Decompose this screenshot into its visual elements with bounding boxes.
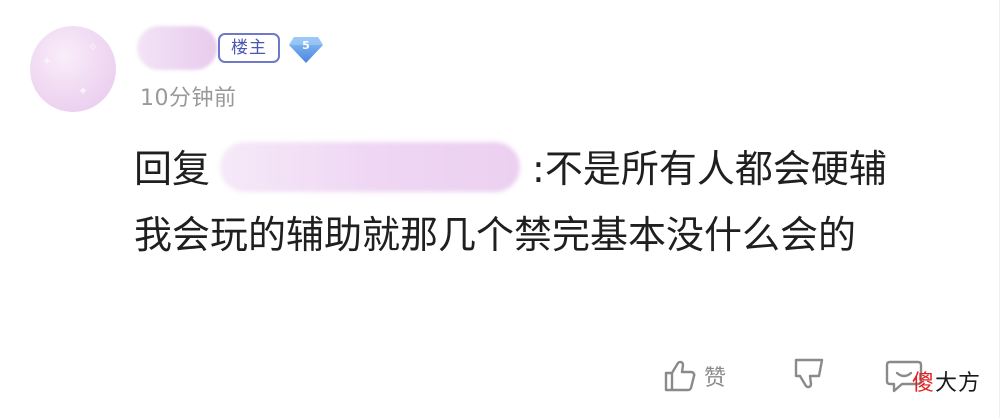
dislike-button[interactable] [788, 356, 832, 396]
reply-prefix: 回复 [134, 147, 211, 191]
comment-body: 回复:不是所有人都会硬辅 我会玩的辅助就那几个禁完基本没什么会的 [134, 136, 924, 268]
avatar[interactable]: ✦ ✧ ✦ [30, 26, 116, 112]
level-badge: 5 [288, 34, 324, 64]
sparkle-icon: ✦ [42, 54, 53, 68]
sparkle-icon: ✧ [88, 40, 99, 54]
comment-card: ✦ ✧ ✦ 楼主 5 10分钟前 回复:不是所有人都会硬辅 我会玩的辅助就那几个… [0, 0, 1000, 418]
username-redacted[interactable] [137, 26, 217, 70]
level-number: 5 [302, 39, 310, 52]
thumbs-up-icon [664, 360, 696, 392]
action-bar: 赞 [0, 350, 1000, 400]
like-button[interactable]: 赞 [662, 356, 726, 396]
timestamp: 10分钟前 [140, 86, 237, 111]
like-label: 赞 [704, 366, 727, 391]
sparkle-icon: ✦ [78, 84, 89, 98]
watermark-red-char: 傻 [912, 371, 936, 396]
watermark-rest: 大方 [935, 371, 982, 396]
owner-badge: 楼主 [218, 33, 280, 63]
thumbs-down-icon [794, 358, 824, 389]
mention-redacted[interactable] [220, 142, 521, 192]
watermark: 傻大方 [912, 365, 981, 397]
